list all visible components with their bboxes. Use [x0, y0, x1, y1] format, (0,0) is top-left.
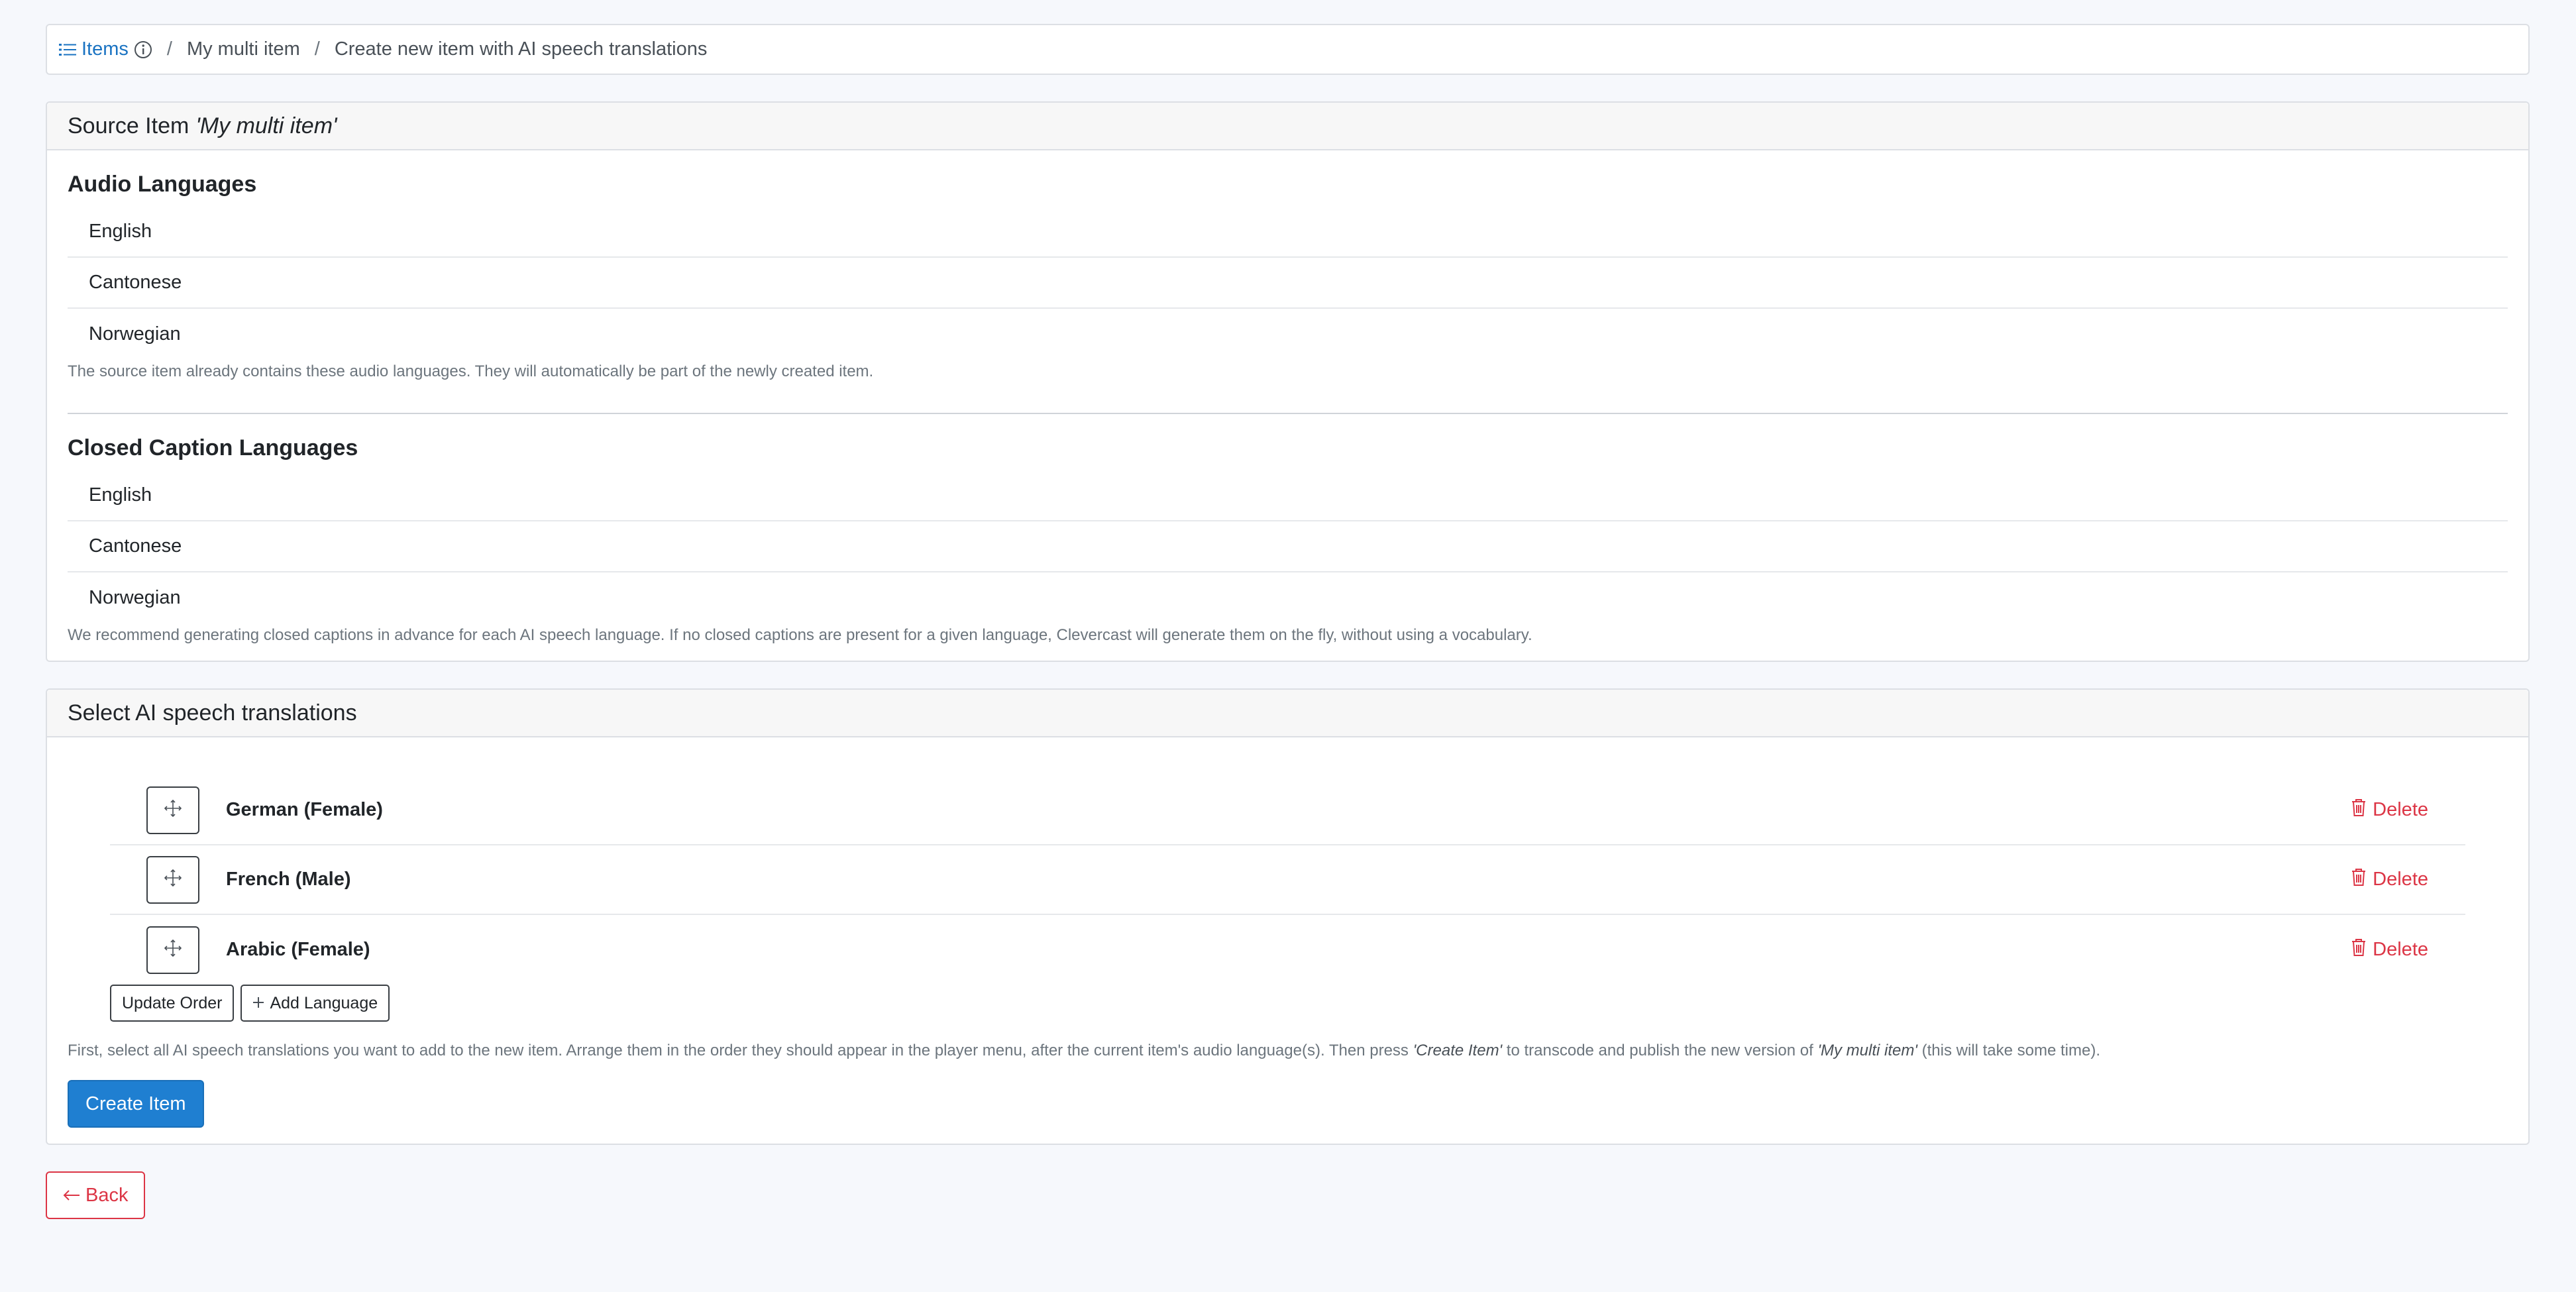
- move-icon: [164, 939, 182, 961]
- audio-languages-title: Audio Languages: [68, 172, 257, 197]
- breadcrumb-separator: /: [314, 38, 320, 60]
- breadcrumb: Items / My multi item / Create new item …: [46, 24, 2530, 75]
- delete-label[interactable]: Delete: [2373, 869, 2428, 890]
- translation-label: German (Female): [226, 799, 383, 820]
- audio-languages-list: English Cantonese Norwegian: [68, 207, 2508, 360]
- create-item-button[interactable]: Create Item: [68, 1080, 204, 1128]
- audio-languages-help: The source item already contains these a…: [68, 362, 874, 380]
- caption-language-item: Cantonese: [68, 521, 2508, 572]
- info-icon[interactable]: [134, 40, 152, 59]
- trash-icon: [2351, 868, 2366, 892]
- move-icon: [164, 869, 182, 890]
- caption-languages-help: We recommend generating closed captions …: [68, 626, 1532, 644]
- add-language-label[interactable]: Add Language: [270, 994, 378, 1013]
- delete-button[interactable]: Delete: [2351, 798, 2428, 822]
- page: Items / My multi item / Create new item …: [46, 24, 2530, 1219]
- drag-handle[interactable]: [146, 855, 199, 904]
- translation-row[interactable]: French (Male) Delete: [110, 845, 2465, 915]
- breadcrumb-current: Create new item with AI speech translati…: [334, 38, 708, 60]
- source-item-body: Audio Languages English Cantonese Norweg…: [47, 172, 2528, 661]
- trash-icon: [2351, 798, 2366, 822]
- caption-language-item: Norwegian: [89, 587, 181, 608]
- source-item-header: Source Item 'My multi item': [47, 103, 2528, 150]
- section-divider: [68, 413, 2508, 414]
- translation-row[interactable]: German (Female) Delete: [110, 776, 2465, 845]
- trash-icon: [2351, 938, 2366, 962]
- drag-handle[interactable]: [146, 786, 199, 834]
- audio-language-item: Cantonese: [68, 258, 2508, 309]
- translation-row[interactable]: Arabic (Female) Delete: [110, 915, 2465, 985]
- delete-label[interactable]: Delete: [2373, 799, 2428, 821]
- breadcrumb-items-label[interactable]: Items: [81, 38, 129, 60]
- audio-language-item: English: [68, 207, 2508, 258]
- translation-label: French (Male): [226, 869, 351, 890]
- translations-body: German (Female) Delete French (Male) Del…: [47, 776, 2528, 1144]
- breadcrumb-items-link[interactable]: Items: [59, 38, 129, 60]
- delete-button[interactable]: Delete: [2351, 868, 2428, 892]
- audio-language-item: Norwegian: [89, 323, 181, 345]
- back-button[interactable]: Back: [46, 1171, 146, 1219]
- delete-button[interactable]: Delete: [2351, 938, 2428, 962]
- update-order-button[interactable]: Update Order: [110, 985, 235, 1022]
- delete-label[interactable]: Delete: [2373, 939, 2428, 961]
- instructions-text: First, select all AI speech translations…: [68, 1042, 2101, 1059]
- translations-header: Select AI speech translations: [47, 690, 2528, 737]
- translations-list: German (Female) Delete French (Male) Del…: [110, 776, 2465, 985]
- caption-languages-list: English Cantonese Norwegian: [68, 470, 2508, 623]
- caption-languages-title: Closed Caption Languages: [68, 435, 358, 460]
- add-language-button[interactable]: Add Language: [241, 985, 390, 1022]
- caption-language-item: English: [68, 470, 2508, 521]
- breadcrumb-item-name[interactable]: My multi item: [187, 38, 300, 60]
- source-item-header-prefix: Source Item: [68, 113, 189, 138]
- translation-label: Arabic (Female): [226, 939, 370, 960]
- drag-handle[interactable]: [146, 926, 199, 974]
- arrow-left-icon: [63, 1185, 80, 1207]
- translations-card: Select AI speech translations German (Fe…: [46, 688, 2530, 1145]
- breadcrumb-separator: /: [166, 38, 172, 60]
- plus-icon: [252, 994, 264, 1013]
- move-icon: [164, 799, 182, 821]
- source-item-header-name: 'My multi item': [195, 113, 337, 138]
- back-label[interactable]: Back: [85, 1185, 128, 1207]
- list-icon: [59, 42, 76, 57]
- translation-actions: Update Order Add Language: [110, 985, 2508, 1022]
- source-item-card: Source Item 'My multi item' Audio Langua…: [46, 101, 2530, 662]
